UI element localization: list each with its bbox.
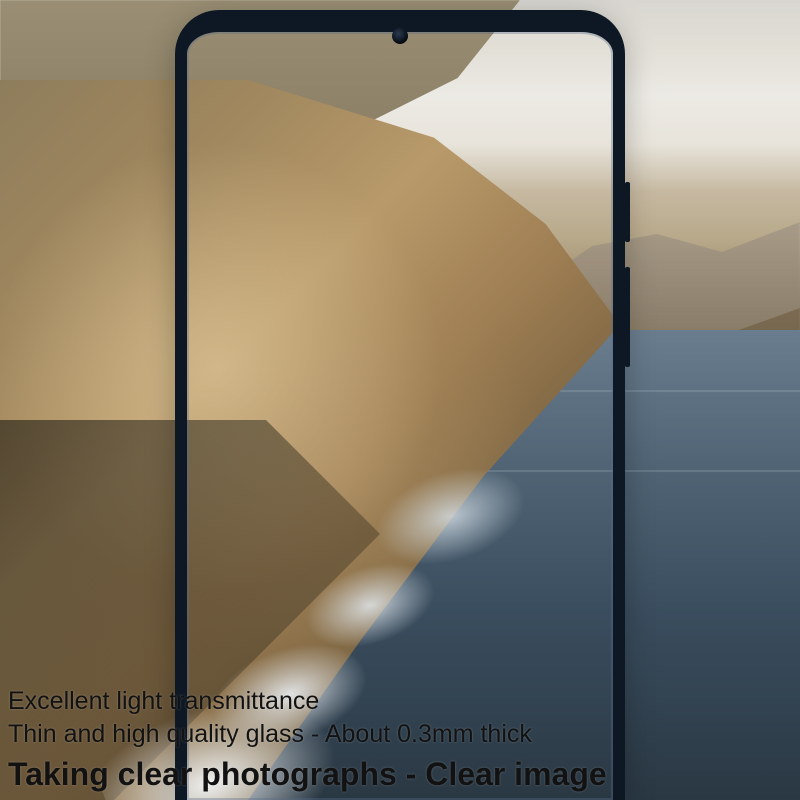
phone-side-button-upper xyxy=(625,182,630,242)
caption-line-1: Excellent light transmittance xyxy=(8,685,792,718)
caption-headline: Taking clear photographs - Clear image xyxy=(8,754,792,794)
caption-line-2: Thin and high quality glass - About 0.3m… xyxy=(8,718,792,751)
product-scene: Excellent light transmittance Thin and h… xyxy=(0,0,800,800)
caption-block: Excellent light transmittance Thin and h… xyxy=(8,685,792,794)
